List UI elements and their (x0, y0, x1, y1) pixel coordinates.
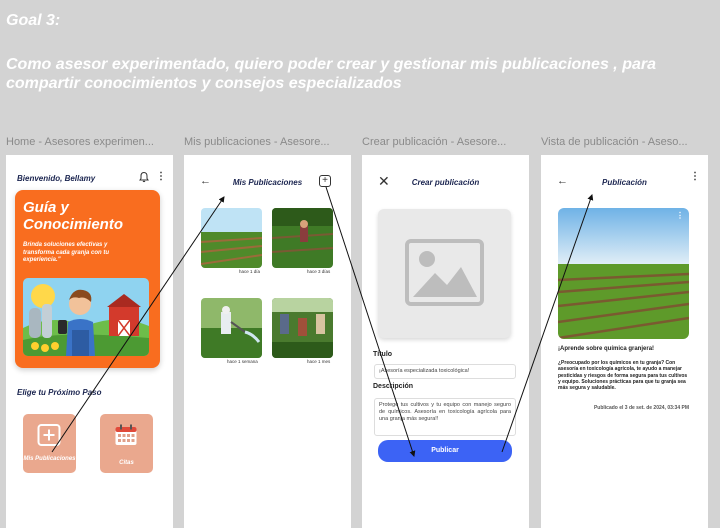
goal-description: Como asesor experimentado, quiero poder … (6, 56, 656, 92)
greeting: Bienvenido, Bellamy (17, 174, 96, 183)
farm-field-image (558, 208, 689, 339)
home-screen: Bienvenido, Bellamy ⋮ Guía y Conocimient… (6, 155, 173, 528)
image-placeholder-icon (405, 239, 484, 306)
plus-square-icon (37, 424, 61, 446)
titulo-field[interactable]: ¡Asesoría especializada toxicológica! (374, 364, 516, 379)
publish-button[interactable]: Publicar (378, 440, 512, 462)
frame-label-home: Home - Asesores experimen... (6, 136, 154, 148)
post-title: ¡Aprende sobre química granjera! (558, 346, 655, 352)
citas-tile[interactable]: Citas (100, 414, 153, 473)
farmer-illustration (23, 278, 149, 356)
mis-publicaciones-screen: ← Mis Publicaciones + hace 1 día hace 3 … (184, 155, 351, 528)
vista-publicacion-screen: ← Publicación ⋮ ⋮ ¡Aprende sobre química… (541, 155, 708, 528)
crear-publicacion-screen: ✕ Crear publicación Título ¡Asesoría esp… (362, 155, 529, 528)
descripcion-label: Descripción (373, 383, 414, 390)
hero-text: Brinda soluciones efectivas y transforma… (23, 242, 110, 263)
hero-title-line-1: Guía y (23, 199, 69, 216)
post-time: hace 1 mes (307, 359, 331, 364)
page-title: Crear publicación (411, 178, 480, 187)
post-thumbnail[interactable] (272, 298, 333, 358)
post-thumbnail[interactable] (201, 208, 262, 268)
page-title: Publicación (602, 178, 647, 187)
mis-publicaciones-tile[interactable]: Mis Publicaciones (23, 414, 76, 473)
hero-title-line-2: Conocimiento (23, 216, 123, 233)
frame-label-crear-publicacion: Crear publicación - Asesore... (362, 136, 507, 148)
hero-title: Guía y Conocimiento (23, 199, 123, 233)
post-time: hace 1 semana (227, 359, 258, 364)
frame-label-mis-publicaciones: Mis publicaciones - Asesore... (184, 136, 330, 148)
post-date: Publicado el 3 de set. de 2024, 03:34 PM (593, 405, 689, 411)
post-image: ⋮ (558, 208, 689, 339)
titulo-label: Título (373, 351, 393, 358)
post-time: hace 1 día (239, 269, 261, 274)
hero-card: Guía y Conocimiento Brinda soluciones ef… (15, 190, 160, 368)
image-upload-area[interactable] (378, 209, 511, 338)
goal-title: Goal 3: (6, 12, 61, 29)
more-icon[interactable]: ⋮ (156, 171, 166, 182)
section-title: Elige tu Próximo Paso (17, 388, 102, 397)
post-body: ¿Preocupado por los químicos en tu granj… (558, 360, 688, 392)
post-thumbnail[interactable] (201, 298, 262, 358)
image-more-icon[interactable]: ⋮ (676, 211, 684, 220)
tile-label-citas: Citas (119, 460, 134, 466)
post-time: hace 3 días (307, 269, 331, 274)
add-post-button[interactable]: + (319, 175, 331, 187)
calendar-icon (115, 424, 137, 445)
descripcion-field[interactable]: Protege tus cultivos y tu equipo con man… (374, 398, 516, 436)
frame-label-vista-publicacion: Vista de publicación - Aseso... (541, 136, 688, 148)
more-icon[interactable]: ⋮ (690, 171, 700, 182)
bell-icon[interactable] (138, 171, 150, 183)
tile-label-publicaciones: Mis Publicaciones (23, 456, 76, 462)
post-thumbnail[interactable] (272, 208, 333, 268)
